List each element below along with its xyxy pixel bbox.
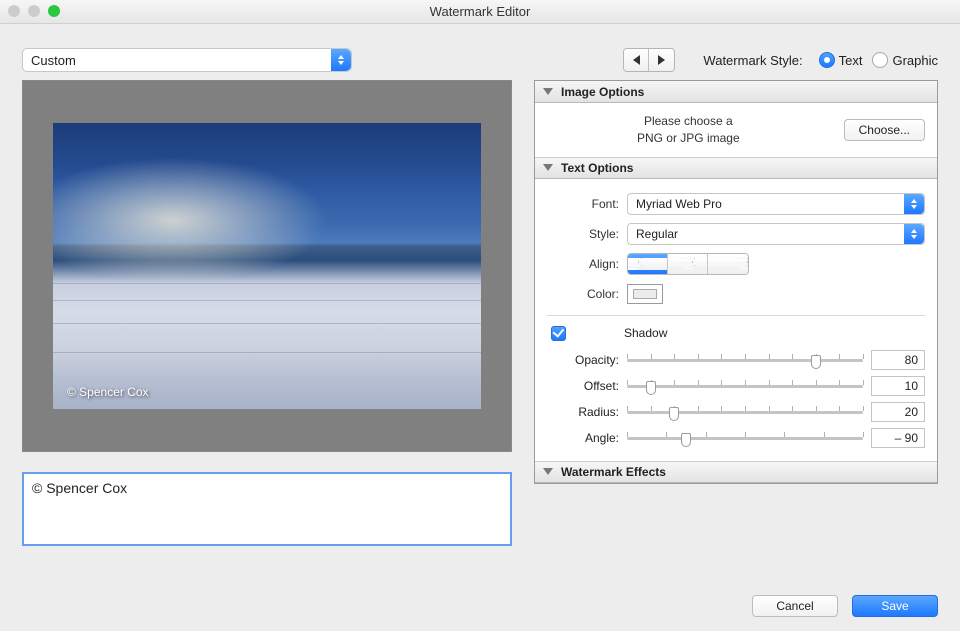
style-text-label: Text xyxy=(839,53,863,68)
style-graphic-radio[interactable] xyxy=(872,52,888,68)
choose-image-button[interactable]: Choose... xyxy=(844,119,925,141)
panel-watermark-effects-header[interactable]: Watermark Effects xyxy=(535,461,937,483)
disclosure-triangle-icon xyxy=(543,88,553,95)
window-controls xyxy=(8,5,60,17)
watermark-text-input[interactable]: © Spencer Cox xyxy=(22,472,512,546)
radius-slider[interactable] xyxy=(627,404,863,420)
preview-watermark-text: © Spencer Cox xyxy=(67,385,149,399)
preview-image: © Spencer Cox xyxy=(53,123,481,409)
separator xyxy=(547,315,925,316)
opacity-field[interactable]: 80 xyxy=(871,350,925,370)
panel-stack: Image Options Please choose a PNG or JPG… xyxy=(534,80,938,484)
prev-image-button[interactable] xyxy=(624,49,649,71)
minimize-window-icon[interactable] xyxy=(28,5,40,17)
panel-image-options-body: Please choose a PNG or JPG image Choose.… xyxy=(535,103,937,157)
style-label: Style: xyxy=(547,227,627,241)
titlebar: Watermark Editor xyxy=(0,0,960,24)
radius-field[interactable]: 20 xyxy=(871,402,925,422)
offset-label: Offset: xyxy=(547,379,627,393)
panel-image-options-header[interactable]: Image Options xyxy=(535,81,937,103)
preset-select[interactable]: Custom xyxy=(22,48,352,72)
font-style-select[interactable]: Regular xyxy=(627,223,925,245)
shadow-checkbox[interactable] xyxy=(551,326,566,341)
zoom-window-icon[interactable] xyxy=(48,5,60,17)
window-title: Watermark Editor xyxy=(430,4,531,19)
color-swatch xyxy=(633,289,657,299)
panel-text-options-body: Font: Myriad Web Pro Style: Regular Alig… xyxy=(535,179,937,461)
dialog-footer: Cancel Save xyxy=(752,595,938,617)
angle-slider[interactable] xyxy=(627,430,863,446)
stepper-icon xyxy=(904,194,924,214)
disclosure-triangle-icon xyxy=(543,164,553,171)
stepper-icon xyxy=(331,49,351,71)
align-center-button[interactable] xyxy=(668,254,708,274)
next-image-button[interactable] xyxy=(649,49,674,71)
color-well[interactable] xyxy=(627,284,663,304)
offset-field[interactable]: 10 xyxy=(871,376,925,396)
panel-text-options-header[interactable]: Text Options xyxy=(535,157,937,179)
top-toolbar: Custom Watermark Style: Text Graphic xyxy=(0,24,960,80)
angle-label: Angle: xyxy=(547,431,627,445)
font-select[interactable]: Myriad Web Pro xyxy=(627,193,925,215)
style-graphic-label: Graphic xyxy=(892,53,938,68)
align-segmented xyxy=(627,253,749,275)
color-label: Color: xyxy=(547,287,627,301)
style-text-radio[interactable] xyxy=(819,52,835,68)
radius-label: Radius: xyxy=(547,405,627,419)
image-options-hint: Please choose a PNG or JPG image xyxy=(547,113,830,147)
opacity-label: Opacity: xyxy=(547,353,627,367)
offset-slider[interactable] xyxy=(627,378,863,394)
close-window-icon[interactable] xyxy=(8,5,20,17)
cancel-button[interactable]: Cancel xyxy=(752,595,838,617)
preview-frame: © Spencer Cox xyxy=(22,80,512,452)
watermark-style-label: Watermark Style: xyxy=(703,53,802,68)
align-label: Align: xyxy=(547,257,627,271)
angle-field[interactable]: – 90 xyxy=(871,428,925,448)
preview-nav xyxy=(623,48,675,72)
disclosure-triangle-icon xyxy=(543,468,553,475)
save-button[interactable]: Save xyxy=(852,595,938,617)
align-left-button[interactable] xyxy=(628,254,668,274)
align-right-button[interactable] xyxy=(708,254,748,274)
stepper-icon xyxy=(904,224,924,244)
opacity-slider[interactable] xyxy=(627,352,863,368)
preset-value: Custom xyxy=(31,53,76,68)
shadow-label: Shadow xyxy=(624,326,667,340)
font-label: Font: xyxy=(547,197,627,211)
